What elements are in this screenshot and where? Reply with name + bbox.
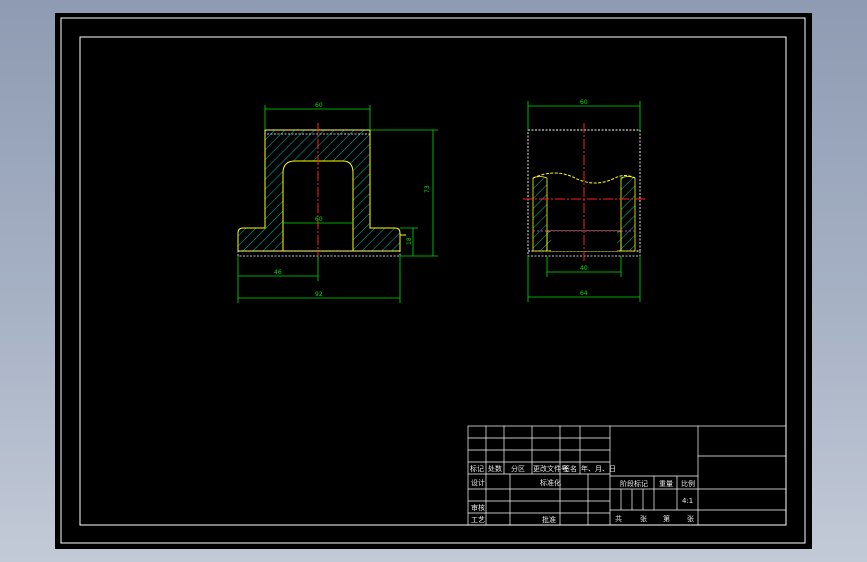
- dim-left-height: 73: [424, 185, 431, 193]
- tb-header-signature: 签名: [563, 464, 577, 473]
- tb-header-zone: 分区: [511, 464, 525, 473]
- drawing-svg: 60 60 73 18 46 92 60 40 64 标记 处数 分区 更改文件…: [60, 17, 806, 544]
- left-view-base-band: [237, 250, 401, 257]
- dim-left-half-base: 46: [274, 269, 282, 276]
- tb-header-date: 年、月、日: [581, 464, 616, 473]
- dim-left-flange-height: 18: [406, 237, 413, 245]
- inner-frame: [79, 36, 787, 526]
- tb-header-count: 处数: [488, 464, 502, 473]
- right-view-hatch-left: [532, 176, 548, 252]
- right-side-view[interactable]: 60 40 64: [523, 99, 645, 302]
- tb-label-approve: 批准: [542, 515, 556, 524]
- title-block[interactable]: [467, 425, 787, 526]
- tb-label-stage-mark: 阶段标记: [620, 479, 648, 488]
- tb-label-process: 工艺: [471, 516, 485, 524]
- tb-label-scale: 比例: [681, 479, 695, 488]
- left-section-view[interactable]: 60 60 73 18 46 92: [237, 102, 438, 303]
- dim-right-top-width: 60: [580, 99, 588, 106]
- dim-right-base-width: 64: [580, 290, 588, 297]
- tb-header-mark: 标记: [470, 464, 484, 473]
- dim-left-base-width: 92: [315, 291, 323, 298]
- dim-left-inner-width: 60: [315, 216, 323, 223]
- tb-label-weight: 重量: [659, 480, 673, 488]
- dim-left-top-width: 60: [315, 102, 323, 109]
- left-view-hatched-body: [237, 129, 401, 252]
- dim-right-inner-width: 40: [580, 265, 588, 272]
- outer-frame: [60, 17, 806, 544]
- tb-label-sheet-1: 张: [640, 514, 647, 523]
- tb-label-standardization: 标准化: [540, 478, 561, 487]
- tb-label-page: 第: [663, 514, 670, 523]
- tb-label-review: 审核: [471, 503, 485, 512]
- tb-label-total: 共: [615, 514, 622, 523]
- tb-label-sheet-2: 张: [687, 514, 694, 523]
- cad-drawing-canvas[interactable]: 60 60 73 18 46 92 60 40 64 标记 处数 分区 更改文件…: [55, 13, 812, 549]
- tb-label-design: 设计: [471, 478, 485, 487]
- right-view-hatch-right: [620, 176, 636, 252]
- tb-scale-value: 4:1: [682, 497, 693, 505]
